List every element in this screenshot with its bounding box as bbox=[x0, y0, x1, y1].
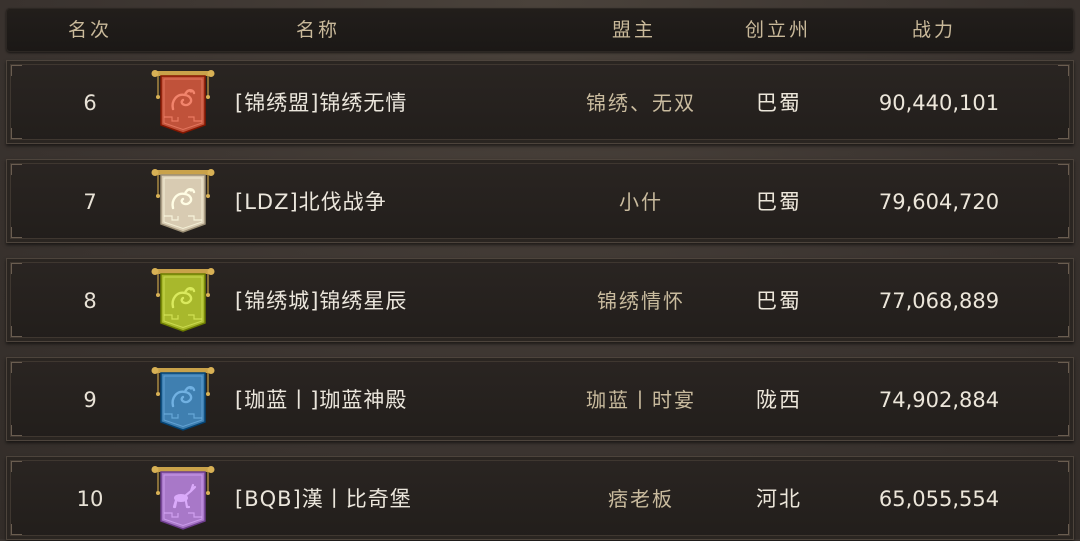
founding-state: 巴蜀 bbox=[756, 91, 802, 115]
founding-state: 巴蜀 bbox=[756, 190, 802, 214]
ranking-panel: 名次 名称 盟主 创立州 战力 6 [锦绣盟]锦绣无情 锦绣、无双 巴蜀 90,… bbox=[0, 0, 1080, 540]
row-corner bbox=[11, 128, 22, 139]
combat-power: 65,055,554 bbox=[878, 487, 1000, 511]
row-corner bbox=[11, 461, 22, 472]
table-row[interactable]: 10 [BQB]漢丨比奇堡 痞老板 河北 65,055,554 bbox=[6, 456, 1074, 540]
row-corner bbox=[1058, 425, 1069, 436]
founding-state: 陇西 bbox=[756, 388, 802, 412]
row-corner bbox=[1058, 128, 1069, 139]
rank-number: 7 bbox=[83, 190, 97, 214]
row-corner bbox=[1058, 326, 1069, 337]
header-rank: 名次 bbox=[67, 19, 113, 41]
row-corner bbox=[11, 326, 22, 337]
table-row[interactable]: 8 [锦绣城]锦绣星辰 锦绣情怀 巴蜀 77,068,889 bbox=[6, 258, 1074, 342]
founding-state: 巴蜀 bbox=[756, 289, 802, 313]
row-corner bbox=[1058, 164, 1069, 175]
table-row[interactable]: 7 [LDZ]北伐战争 小什 巴蜀 79,604,720 bbox=[6, 159, 1074, 243]
header-leader: 盟主 bbox=[611, 19, 657, 41]
header-name: 名称 bbox=[295, 19, 341, 41]
founding-state: 河北 bbox=[756, 487, 802, 511]
dragon-banner-icon bbox=[151, 70, 215, 134]
row-corner bbox=[1058, 524, 1069, 535]
row-corner bbox=[11, 362, 22, 373]
combat-power: 74,902,884 bbox=[878, 388, 1000, 412]
rank-number: 9 bbox=[83, 388, 97, 412]
row-corner bbox=[11, 65, 22, 76]
row-corner bbox=[11, 227, 22, 238]
combat-power: 77,068,889 bbox=[878, 289, 1000, 313]
alliance-name: [珈蓝丨]珈蓝神殿 bbox=[235, 388, 408, 412]
dragon-banner-icon bbox=[151, 367, 215, 431]
row-corner bbox=[11, 524, 22, 535]
row-corner bbox=[1058, 362, 1069, 373]
row-corner bbox=[1058, 65, 1069, 76]
dragon-banner-icon bbox=[151, 169, 215, 233]
row-corner bbox=[1058, 461, 1069, 472]
row-corner bbox=[1058, 263, 1069, 274]
rank-number: 10 bbox=[76, 487, 104, 511]
row-corner bbox=[11, 164, 22, 175]
table-row[interactable]: 6 [锦绣盟]锦绣无情 锦绣、无双 巴蜀 90,440,101 bbox=[6, 60, 1074, 144]
alliance-name: [锦绣城]锦绣星辰 bbox=[235, 289, 408, 313]
table-header: 名次 名称 盟主 创立州 战力 bbox=[6, 8, 1074, 52]
dragon-banner-icon bbox=[151, 268, 215, 332]
alliance-name: [锦绣盟]锦绣无情 bbox=[235, 91, 408, 115]
alliance-name: [LDZ]北伐战争 bbox=[235, 190, 387, 214]
header-state: 创立州 bbox=[744, 19, 812, 41]
combat-power: 79,604,720 bbox=[878, 190, 1000, 214]
header-power: 战力 bbox=[911, 19, 957, 41]
row-corner bbox=[1058, 227, 1069, 238]
table-row[interactable]: 9 [珈蓝丨]珈蓝神殿 珈蓝丨时宴 陇西 74,902,884 bbox=[6, 357, 1074, 441]
alliance-name: [BQB]漢丨比奇堡 bbox=[235, 487, 412, 511]
combat-power: 90,440,101 bbox=[878, 91, 1000, 115]
row-corner bbox=[11, 263, 22, 274]
rank-number: 6 bbox=[83, 91, 97, 115]
deer-banner-icon bbox=[151, 466, 215, 530]
row-corner bbox=[11, 425, 22, 436]
rank-number: 8 bbox=[83, 289, 97, 313]
